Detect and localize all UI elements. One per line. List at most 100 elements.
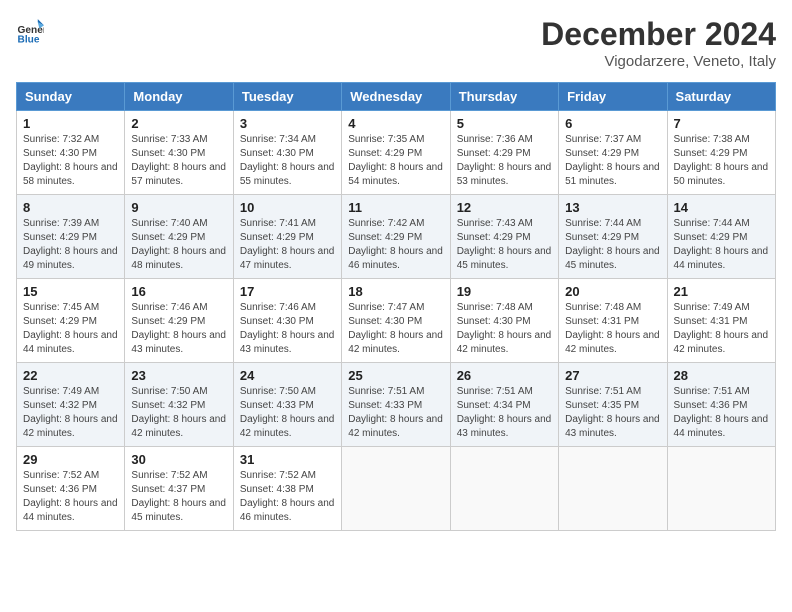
day-info: Sunrise: 7:34 AMSunset: 4:30 PMDaylight:… xyxy=(240,133,335,189)
day-info: Sunrise: 7:50 AMSunset: 4:33 PMDaylight:… xyxy=(240,385,335,441)
day-number: 15 xyxy=(23,284,118,299)
calendar-week-row: 1 Sunrise: 7:32 AMSunset: 4:30 PMDaylight… xyxy=(17,111,776,195)
day-info: Sunrise: 7:51 AMSunset: 4:36 PMDaylight:… xyxy=(674,385,769,441)
col-header-tuesday: Tuesday xyxy=(233,83,341,111)
calendar-cell: 16 Sunrise: 7:46 AMSunset: 4:29 PMDayligh… xyxy=(125,279,233,363)
day-number: 3 xyxy=(240,116,335,131)
day-number: 11 xyxy=(348,200,443,215)
col-header-thursday: Thursday xyxy=(450,83,558,111)
calendar-cell: 5 Sunrise: 7:36 AMSunset: 4:29 PMDaylight… xyxy=(450,111,558,195)
day-number: 4 xyxy=(348,116,443,131)
day-number: 26 xyxy=(457,368,552,383)
calendar-cell: 2Sunrise: 7:33 AMSunset: 4:30 PMDaylight… xyxy=(125,111,233,195)
day-number: 13 xyxy=(565,200,660,215)
day-info: Sunrise: 7:32 AMSunset: 4:30 PMDaylight:… xyxy=(23,133,118,189)
day-number: 21 xyxy=(674,284,769,299)
day-info: Sunrise: 7:47 AMSunset: 4:30 PMDaylight:… xyxy=(348,301,443,357)
calendar-header-row: SundayMondayTuesdayWednesdayThursdayFrid… xyxy=(17,83,776,111)
day-info: Sunrise: 7:42 AMSunset: 4:29 PMDaylight:… xyxy=(348,217,443,273)
calendar-cell: 1 Sunrise: 7:32 AMSunset: 4:30 PMDaylight… xyxy=(17,111,125,195)
calendar-cell: 12 Sunrise: 7:43 AMSunset: 4:29 PMDayligh… xyxy=(450,195,558,279)
calendar-table: SundayMondayTuesdayWednesdayThursdayFrid… xyxy=(16,82,776,531)
calendar-cell xyxy=(559,447,667,531)
calendar-week-row: 29Sunrise: 7:52 AMSunset: 4:36 PMDayligh… xyxy=(17,447,776,531)
day-number: 22 xyxy=(23,368,118,383)
day-number: 27 xyxy=(565,368,660,383)
day-info: Sunrise: 7:44 AMSunset: 4:29 PMDaylight:… xyxy=(565,217,660,273)
day-info: Sunrise: 7:39 AMSunset: 4:29 PMDaylight:… xyxy=(23,217,118,273)
calendar-cell: 23Sunrise: 7:50 AMSunset: 4:32 PMDayligh… xyxy=(125,363,233,447)
day-number: 7 xyxy=(674,116,769,131)
day-number: 29 xyxy=(23,452,118,467)
calendar-cell: 22 Sunrise: 7:49 AMSunset: 4:32 PMDayligh… xyxy=(17,363,125,447)
col-header-monday: Monday xyxy=(125,83,233,111)
page-header: General Blue December 2024 Vigodarzere, … xyxy=(16,16,776,70)
day-info: Sunrise: 7:52 AMSunset: 4:38 PMDaylight:… xyxy=(240,469,335,525)
day-info: Sunrise: 7:37 AMSunset: 4:29 PMDaylight:… xyxy=(565,133,660,189)
calendar-cell: 7Sunrise: 7:38 AMSunset: 4:29 PMDaylight… xyxy=(667,111,775,195)
calendar-week-row: 15 Sunrise: 7:45 AMSunset: 4:29 PMDayligh… xyxy=(17,279,776,363)
calendar-cell: 26Sunrise: 7:51 AMSunset: 4:34 PMDayligh… xyxy=(450,363,558,447)
day-number: 23 xyxy=(131,368,226,383)
day-number: 16 xyxy=(131,284,226,299)
col-header-friday: Friday xyxy=(559,83,667,111)
calendar-cell: 24 Sunrise: 7:50 AMSunset: 4:33 PMDayligh… xyxy=(233,363,341,447)
svg-text:Blue: Blue xyxy=(18,34,40,44)
day-number: 10 xyxy=(240,200,335,215)
col-header-saturday: Saturday xyxy=(667,83,775,111)
calendar-cell: 28 Sunrise: 7:51 AMSunset: 4:36 PMDayligh… xyxy=(667,363,775,447)
calendar-cell: 13 Sunrise: 7:44 AMSunset: 4:29 PMDayligh… xyxy=(559,195,667,279)
calendar-cell xyxy=(450,447,558,531)
day-number: 5 xyxy=(457,116,552,131)
day-info: Sunrise: 7:40 AMSunset: 4:29 PMDaylight:… xyxy=(131,217,226,273)
day-number: 12 xyxy=(457,200,552,215)
calendar-cell: 31Sunrise: 7:52 AMSunset: 4:38 PMDayligh… xyxy=(233,447,341,531)
calendar-cell: 27 Sunrise: 7:51 AMSunset: 4:35 PMDayligh… xyxy=(559,363,667,447)
calendar-cell: 15 Sunrise: 7:45 AMSunset: 4:29 PMDayligh… xyxy=(17,279,125,363)
calendar-week-row: 22 Sunrise: 7:49 AMSunset: 4:32 PMDayligh… xyxy=(17,363,776,447)
calendar-cell: 10 Sunrise: 7:41 AMSunset: 4:29 PMDayligh… xyxy=(233,195,341,279)
day-info: Sunrise: 7:49 AMSunset: 4:31 PMDaylight:… xyxy=(674,301,769,357)
day-number: 9 xyxy=(131,200,226,215)
day-info: Sunrise: 7:48 AMSunset: 4:30 PMDaylight:… xyxy=(457,301,552,357)
title-block: December 2024 Vigodarzere, Veneto, Italy xyxy=(541,16,776,70)
day-number: 19 xyxy=(457,284,552,299)
calendar-cell: 6 Sunrise: 7:37 AMSunset: 4:29 PMDaylight… xyxy=(559,111,667,195)
calendar-cell: 8 Sunrise: 7:39 AMSunset: 4:29 PMDaylight… xyxy=(17,195,125,279)
calendar-cell: 19 Sunrise: 7:48 AMSunset: 4:30 PMDayligh… xyxy=(450,279,558,363)
day-info: Sunrise: 7:51 AMSunset: 4:33 PMDaylight:… xyxy=(348,385,443,441)
day-number: 14 xyxy=(674,200,769,215)
day-info: Sunrise: 7:36 AMSunset: 4:29 PMDaylight:… xyxy=(457,133,552,189)
day-number: 6 xyxy=(565,116,660,131)
day-number: 20 xyxy=(565,284,660,299)
calendar-week-row: 8 Sunrise: 7:39 AMSunset: 4:29 PMDaylight… xyxy=(17,195,776,279)
day-info: Sunrise: 7:52 AMSunset: 4:37 PMDaylight:… xyxy=(131,469,226,525)
day-info: Sunrise: 7:51 AMSunset: 4:35 PMDaylight:… xyxy=(565,385,660,441)
day-info: Sunrise: 7:35 AMSunset: 4:29 PMDaylight:… xyxy=(348,133,443,189)
day-info: Sunrise: 7:46 AMSunset: 4:30 PMDaylight:… xyxy=(240,301,335,357)
day-number: 30 xyxy=(131,452,226,467)
day-number: 28 xyxy=(674,368,769,383)
day-info: Sunrise: 7:41 AMSunset: 4:29 PMDaylight:… xyxy=(240,217,335,273)
day-info: Sunrise: 7:43 AMSunset: 4:29 PMDaylight:… xyxy=(457,217,552,273)
calendar-cell xyxy=(667,447,775,531)
calendar-cell: 30 Sunrise: 7:52 AMSunset: 4:37 PMDayligh… xyxy=(125,447,233,531)
col-header-sunday: Sunday xyxy=(17,83,125,111)
day-number: 25 xyxy=(348,368,443,383)
col-header-wednesday: Wednesday xyxy=(342,83,450,111)
day-number: 1 xyxy=(23,116,118,131)
day-info: Sunrise: 7:49 AMSunset: 4:32 PMDaylight:… xyxy=(23,385,118,441)
calendar-cell: 14 Sunrise: 7:44 AMSunset: 4:29 PMDayligh… xyxy=(667,195,775,279)
day-info: Sunrise: 7:46 AMSunset: 4:29 PMDaylight:… xyxy=(131,301,226,357)
page-title: December 2024 xyxy=(541,16,776,53)
page-subtitle: Vigodarzere, Veneto, Italy xyxy=(541,53,776,70)
calendar-cell: 11 Sunrise: 7:42 AMSunset: 4:29 PMDayligh… xyxy=(342,195,450,279)
day-info: Sunrise: 7:45 AMSunset: 4:29 PMDaylight:… xyxy=(23,301,118,357)
day-info: Sunrise: 7:33 AMSunset: 4:30 PMDaylight:… xyxy=(131,133,226,189)
day-info: Sunrise: 7:44 AMSunset: 4:29 PMDaylight:… xyxy=(674,217,769,273)
calendar-cell: 21 Sunrise: 7:49 AMSunset: 4:31 PMDayligh… xyxy=(667,279,775,363)
calendar-cell: 20Sunrise: 7:48 AMSunset: 4:31 PMDayligh… xyxy=(559,279,667,363)
day-number: 24 xyxy=(240,368,335,383)
day-number: 8 xyxy=(23,200,118,215)
calendar-cell: 29Sunrise: 7:52 AMSunset: 4:36 PMDayligh… xyxy=(17,447,125,531)
